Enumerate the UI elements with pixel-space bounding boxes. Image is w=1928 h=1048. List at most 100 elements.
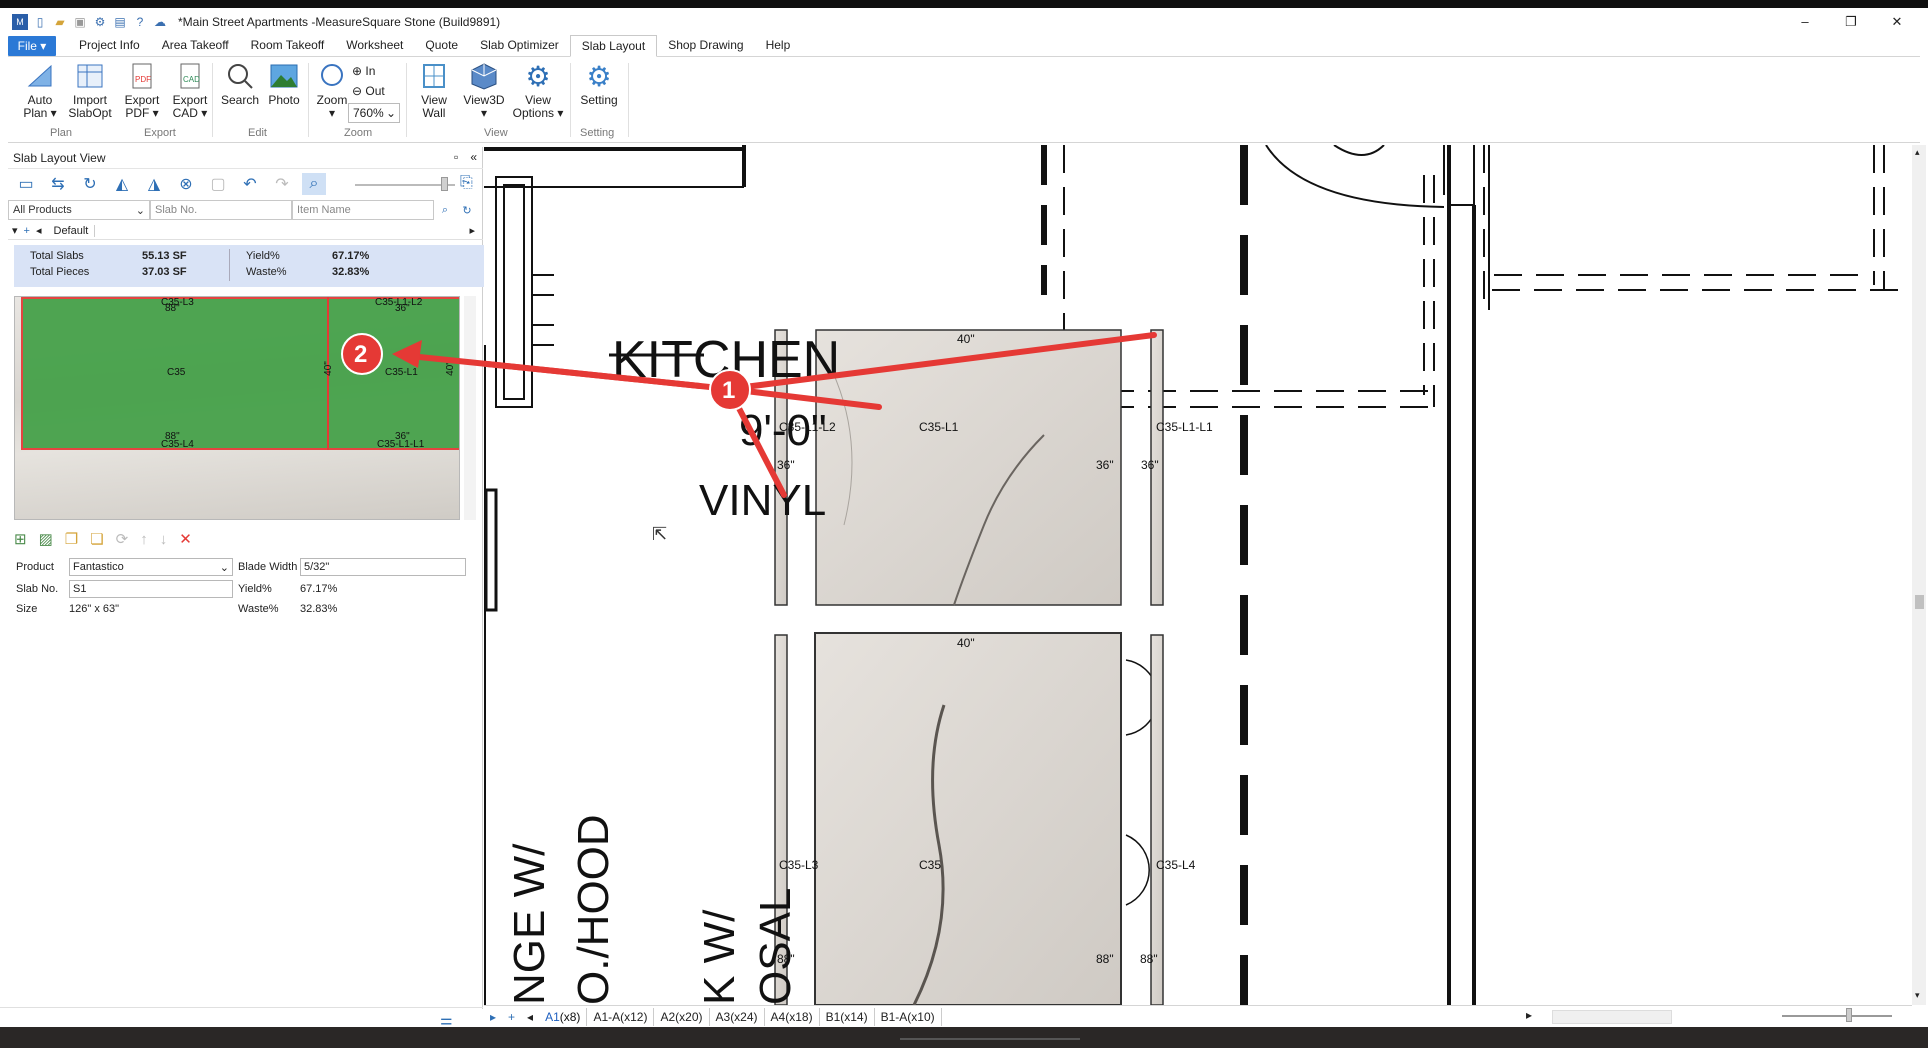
chevron-right-icon[interactable]: ▸ [469, 224, 475, 237]
slab-preview-scrollbar[interactable] [464, 296, 476, 520]
reset-icon[interactable]: ⊗ [174, 173, 198, 195]
vertical-scrollbar[interactable]: ▴ ▾ [1912, 145, 1926, 1005]
sheet-tab-a1-a[interactable]: A1-A (x12) [587, 1007, 655, 1026]
tab-room-takeoff[interactable]: Room Takeoff [240, 34, 336, 56]
delete-icon[interactable]: ✕ [179, 530, 192, 548]
piece-c35-l4[interactable] [1150, 634, 1164, 1005]
sheet-tab-b1-a[interactable]: B1-A (x10) [875, 1007, 942, 1026]
zoom-level-select[interactable]: 760% ⌄ [348, 103, 400, 123]
zoom-slider-track[interactable] [355, 184, 455, 186]
add-sheet-icon[interactable]: + [502, 1010, 521, 1024]
flip-vertical-icon[interactable]: ◮ [142, 173, 166, 195]
tab-project-info[interactable]: Project Info [68, 34, 151, 56]
hood-label: O./HOOD [569, 814, 618, 1005]
help-icon[interactable]: ? [132, 14, 148, 30]
slab-preview[interactable]: C35-L3 88" C35-L1-L2 36" C35 40" C35-L1 … [14, 296, 460, 520]
zoom-level-value: 760% [353, 106, 384, 120]
image-icon[interactable]: ▨ [39, 530, 53, 548]
copy-icon[interactable]: ❐ [65, 530, 78, 548]
tabs-left-icon[interactable]: ▸ [484, 1010, 502, 1024]
slab-no-input[interactable]: Slab No. [150, 200, 292, 220]
step-marker-1-label: 1 [722, 377, 736, 404]
chevron-down-icon[interactable]: ▾ [12, 224, 18, 237]
add-layout-icon[interactable]: + [24, 225, 30, 237]
tab-shop-drawing[interactable]: Shop Drawing [657, 34, 754, 56]
blade-width-label: Blade Width [238, 561, 298, 573]
collapse-panel-icon[interactable]: « [470, 150, 477, 164]
refresh-icon[interactable]: ↻ [456, 200, 478, 220]
refresh-icon[interactable]: ↻ [78, 173, 102, 195]
import-slabopt-button[interactable]: Import SlabOpt [64, 61, 116, 120]
sheet-tab-a3[interactable]: A3 (x24) [710, 1007, 765, 1026]
step-marker-2-label: 2 [354, 341, 368, 368]
slab-no-field[interactable]: S1 [69, 580, 233, 598]
total-slabs-label: Total Slabs [30, 250, 84, 262]
move-up-icon[interactable]: ↑ [140, 531, 148, 548]
product-filter-select[interactable]: All Products ⌄ [8, 200, 150, 220]
zoom-track[interactable] [1782, 1015, 1892, 1017]
search-button[interactable]: Search [216, 61, 264, 107]
tab-slab-optimizer[interactable]: Slab Optimizer [469, 34, 570, 56]
drawing-canvas[interactable]: KITCHEN 9'-0" VINYL NGE W/ O./HOOD K W/ … [484, 145, 1912, 1005]
magnify-icon[interactable]: ⌕ [302, 173, 326, 195]
auto-plan-button[interactable]: Auto Plan ▾ [14, 61, 66, 120]
add-slab-image-icon[interactable]: ⊞ [14, 530, 27, 548]
sheet-tab-a4[interactable]: A4 (x18) [765, 1007, 820, 1026]
export-cad-button[interactable]: CAD Export CAD ▾ [164, 61, 216, 120]
group-label-edit: Edit [248, 127, 267, 139]
frame-icon[interactable]: ▢ [206, 173, 230, 195]
paste-icon[interactable]: ❏ [90, 530, 103, 548]
swap-slab-icon[interactable]: ⇆ [46, 173, 70, 195]
export-panel-icon[interactable]: ⎘ [460, 174, 473, 192]
export-pdf-button[interactable]: PDF Export PDF ▾ [116, 61, 168, 120]
add-slab-icon[interactable]: ▭ [14, 173, 38, 195]
print-icon[interactable]: ▤ [112, 14, 128, 30]
file-menu-button[interactable]: File ▾ [8, 36, 56, 56]
layout-tab-default[interactable]: Default [48, 224, 96, 237]
horizontal-scrollbar[interactable] [1552, 1010, 1672, 1024]
tab-area-takeoff[interactable]: Area Takeoff [151, 34, 240, 56]
new-file-icon[interactable]: ▯ [32, 14, 48, 30]
undo-icon[interactable]: ↶ [238, 173, 262, 195]
zoom-in-button[interactable]: ⊕ In [352, 61, 385, 81]
blade-width-input[interactable]: 5/32" [300, 558, 466, 576]
sheet-tab-a2[interactable]: A2 (x20) [654, 1007, 710, 1026]
product-select[interactable]: Fantastico ⌄ [69, 558, 233, 576]
sheet-tab-b1[interactable]: B1 (x14) [820, 1007, 875, 1026]
close-button[interactable]: ✕ [1874, 8, 1920, 35]
view-options-button[interactable]: ⚙ View Options ▾ [508, 61, 568, 120]
redo-icon[interactable]: ↷ [270, 173, 294, 195]
vertical-scroll-thumb[interactable] [1915, 595, 1924, 609]
rotate-icon[interactable]: ⟳ [116, 530, 129, 548]
scroll-down-icon[interactable]: ▾ [1915, 990, 1920, 1001]
item-name-input[interactable]: Item Name [292, 200, 434, 220]
tab-worksheet[interactable]: Worksheet [335, 34, 414, 56]
chevron-left-icon[interactable]: ◂ [36, 224, 42, 237]
scroll-up-icon[interactable]: ▴ [1915, 147, 1920, 158]
sheet-tab-a1[interactable]: A1 (x8) [539, 1007, 588, 1026]
photo-button[interactable]: Photo [260, 61, 308, 107]
view-wall-button[interactable]: View Wall [412, 61, 456, 120]
gear-icon[interactable]: ⚙ [92, 14, 108, 30]
cloud-icon[interactable]: ☁ [152, 14, 168, 30]
zoom-out-button[interactable]: ⊖ Out [352, 81, 385, 101]
tab-slab-layout[interactable]: Slab Layout [569, 35, 658, 57]
tab-quote[interactable]: Quote [414, 34, 469, 56]
open-folder-icon[interactable]: ▰ [52, 14, 68, 30]
float-panel-icon[interactable]: ▫ [454, 150, 458, 164]
tabs-prev-icon[interactable]: ◂ [521, 1010, 539, 1024]
flip-horizontal-icon[interactable]: ◭ [110, 173, 134, 195]
piece-c35[interactable] [814, 632, 1122, 1005]
dim-88-mid: 88" [1096, 952, 1114, 966]
zoom-track-handle[interactable] [1846, 1008, 1852, 1022]
tab-help[interactable]: Help [755, 34, 802, 56]
setting-button[interactable]: ⚙ Setting [574, 61, 624, 107]
minimize-button[interactable]: – [1782, 8, 1828, 35]
zoom-slider-handle[interactable] [441, 177, 448, 191]
view3d-button[interactable]: View3D ▾ [458, 61, 510, 120]
restore-button[interactable]: ❐ [1828, 8, 1874, 35]
save-icon[interactable]: ▣ [72, 14, 88, 30]
tabs-next-icon[interactable]: ▸ [1526, 1008, 1532, 1022]
search-icon[interactable]: ⌕ [434, 200, 456, 220]
move-down-icon[interactable]: ↓ [160, 531, 168, 548]
